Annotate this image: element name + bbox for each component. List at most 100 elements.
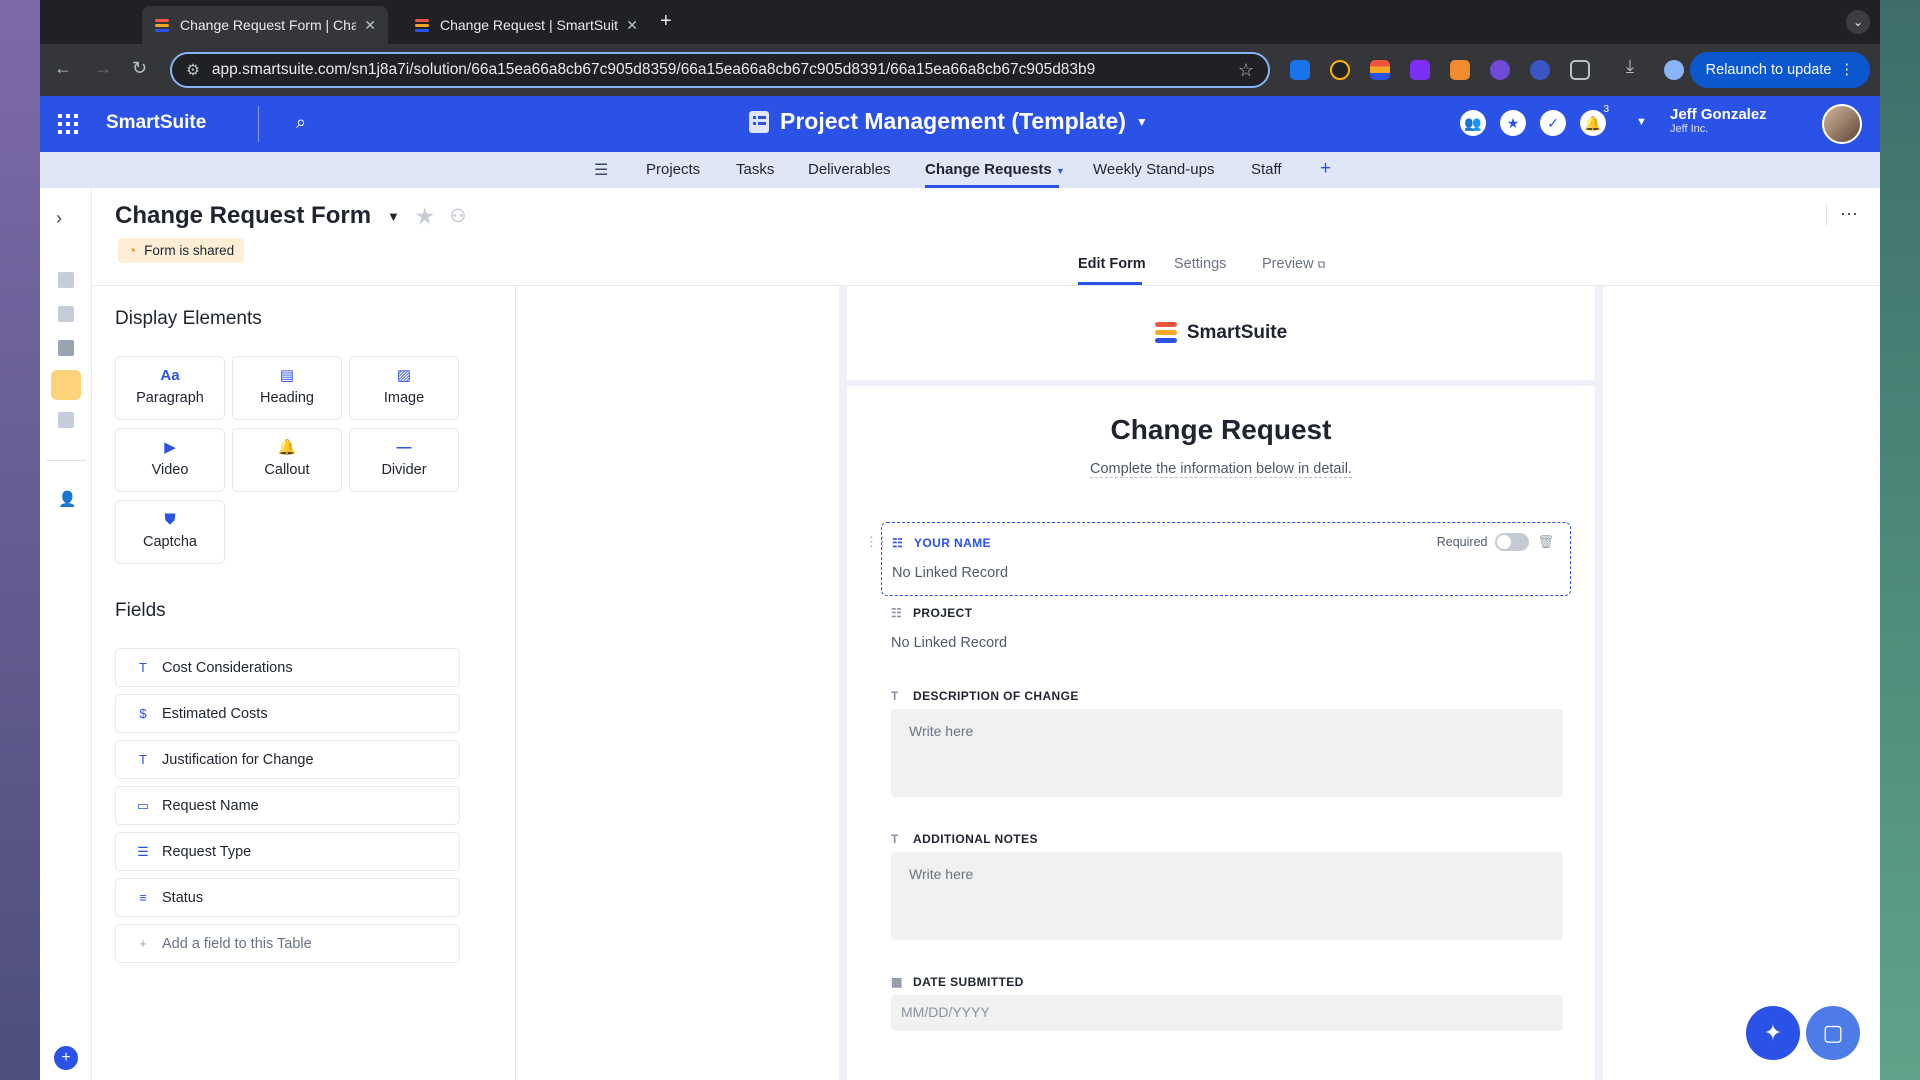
element-captcha[interactable]: ⛊ Captcha xyxy=(115,500,225,564)
bell-icon: 🔔 xyxy=(277,439,297,456)
view-kanban-icon[interactable] xyxy=(58,340,74,356)
field-label: Request Type xyxy=(162,843,252,860)
element-paragraph[interactable]: Aa Paragraph xyxy=(115,356,225,420)
element-divider[interactable]: — Divider xyxy=(349,428,459,492)
browser-tab-request[interactable]: Change Request | SmartSuite ✕ xyxy=(402,6,650,44)
element-label: Captcha xyxy=(142,534,197,550)
back-icon[interactable]: ← xyxy=(54,58,72,79)
project-switcher[interactable]: Project Management (Template) ▼ xyxy=(748,108,1148,135)
question-description[interactable]: T DESCRIPTION OF CHANGE Write here xyxy=(881,689,1571,799)
tab-projects[interactable]: Projects xyxy=(646,161,700,178)
sparkle-icon: ✦ xyxy=(1763,1020,1783,1045)
form-shared-badge[interactable]: ◔ Form is shared xyxy=(118,238,245,263)
question-project[interactable]: ☷ PROJECT No Linked Record xyxy=(881,606,1571,666)
heading-icon: ▤ xyxy=(279,367,295,384)
address-bar[interactable]: ⚙ app.smartsuite.com/sn1j8a7i/solution/6… xyxy=(170,52,1270,88)
team-icon[interactable]: 👥 xyxy=(1460,110,1486,136)
field-justification[interactable]: T Justification for Change xyxy=(115,740,460,779)
ai-assistant-button[interactable]: ✦ xyxy=(1746,1006,1800,1060)
person-icon[interactable]: 👤 xyxy=(58,490,77,508)
tab-change-requests[interactable]: Change Requests ▼ xyxy=(925,161,1065,178)
reload-icon[interactable]: ↻ xyxy=(132,58,147,79)
question-additional-notes[interactable]: T ADDITIONAL NOTES Write here xyxy=(881,832,1571,942)
question-your-name[interactable]: ☷ YOUR NAME Required 🗑 No Linked Record xyxy=(881,522,1571,596)
profile-avatar-icon[interactable] xyxy=(1664,60,1684,80)
delete-icon[interactable]: 🗑 xyxy=(1537,534,1554,550)
extension-icon[interactable] xyxy=(1530,60,1550,80)
tab-edit-form[interactable]: Edit Form xyxy=(1078,256,1146,272)
smartsuite-extension-icon[interactable] xyxy=(1370,60,1390,80)
question-date-submitted[interactable]: ▦ DATE SUBMITTED MM/DD/YYYY xyxy=(881,975,1571,1045)
bookmark-star-icon[interactable]: ☆ xyxy=(1238,60,1254,81)
smartsuite-favicon xyxy=(154,17,170,33)
tab-settings[interactable]: Settings xyxy=(1174,256,1226,272)
fields-heading: Fields xyxy=(115,600,166,621)
calendar-icon: ▦ xyxy=(891,975,903,989)
download-icon[interactable]: ⤓ xyxy=(1626,56,1634,77)
element-callout[interactable]: 🔔 Callout xyxy=(232,428,342,492)
tab-search-icon[interactable]: ⌄ xyxy=(1846,10,1870,34)
tab-tasks[interactable]: Tasks xyxy=(736,161,774,178)
search-icon[interactable]: ⌕ xyxy=(296,112,306,133)
element-heading[interactable]: ▤ Heading xyxy=(232,356,342,420)
form-subtitle[interactable]: Complete the information below in detail… xyxy=(847,461,1595,478)
tab-preview[interactable]: Preview ⧉ xyxy=(1262,256,1325,272)
favorites-star-icon[interactable]: ★ xyxy=(1500,110,1526,136)
description-textarea[interactable]: Write here xyxy=(891,709,1563,797)
forward-icon[interactable]: → xyxy=(94,58,112,79)
add-field-button[interactable]: + Add a field to this Table xyxy=(115,924,460,963)
new-tab-icon[interactable]: + xyxy=(660,10,672,33)
user-menu[interactable]: Jeff Gonzalez Jeff Inc. xyxy=(1670,106,1767,135)
extension-icon[interactable] xyxy=(1410,60,1430,80)
tasks-check-icon[interactable]: ✓ xyxy=(1540,110,1566,136)
extension-icon[interactable] xyxy=(1450,60,1470,80)
extension-icon[interactable] xyxy=(1330,60,1350,80)
expand-sidebar-icon[interactable]: › xyxy=(56,208,62,229)
user-menu-chevron-icon[interactable]: ▼ xyxy=(1636,116,1647,128)
user-avatar[interactable] xyxy=(1822,104,1862,144)
add-view-button[interactable]: + xyxy=(54,1046,78,1070)
tab-staff[interactable]: Staff xyxy=(1251,161,1282,178)
close-tab-icon[interactable]: ✕ xyxy=(626,17,638,34)
required-toggle[interactable] xyxy=(1495,533,1530,551)
apps-grid-icon[interactable] xyxy=(58,114,78,134)
caret-down-icon: ▼ xyxy=(1055,166,1065,176)
notes-textarea[interactable]: Write here xyxy=(891,852,1563,940)
view-card-icon[interactable] xyxy=(58,306,74,322)
share-icon[interactable]: ⚇ xyxy=(450,206,466,227)
brand-name[interactable]: SmartSuite xyxy=(106,112,206,134)
add-table-icon[interactable]: + xyxy=(1320,158,1331,180)
chevron-down-icon: ▼ xyxy=(1135,114,1148,129)
notifications-bell-icon[interactable]: 🔔 3 xyxy=(1580,104,1612,136)
view-form-icon[interactable] xyxy=(51,370,81,400)
element-video[interactable]: ▶ Video xyxy=(115,428,225,492)
view-grid-icon[interactable] xyxy=(58,272,74,288)
field-request-type[interactable]: ☰ Request Type xyxy=(115,832,460,871)
hamburger-menu-icon[interactable]: ☰ xyxy=(594,160,608,180)
relaunch-button[interactable]: Relaunch to update ⋮ xyxy=(1689,52,1870,88)
extension-icon[interactable] xyxy=(1290,60,1310,80)
extensions-puzzle-icon[interactable] xyxy=(1570,60,1590,80)
form-logo-text: SmartSuite xyxy=(1186,322,1288,343)
tab-weekly-standups[interactable]: Weekly Stand-ups xyxy=(1093,161,1214,178)
text-field-icon: T xyxy=(891,689,899,703)
close-tab-icon[interactable]: ✕ xyxy=(364,17,376,34)
more-options-icon[interactable]: ⋯ xyxy=(1840,204,1858,225)
form-title[interactable]: Change Request xyxy=(847,414,1595,446)
tab-deliverables[interactable]: Deliverables xyxy=(808,161,891,178)
project-title: Project Management (Template) xyxy=(780,108,1126,134)
extension-icon[interactable] xyxy=(1490,60,1510,80)
element-image[interactable]: ▨ Image xyxy=(349,356,459,420)
chat-support-button[interactable]: ▢ xyxy=(1806,1006,1860,1060)
site-info-icon[interactable]: ⚙ xyxy=(186,61,200,80)
field-request-name[interactable]: ▭ Request Name xyxy=(115,786,460,825)
field-estimated-costs[interactable]: $ Estimated Costs xyxy=(115,694,460,733)
date-input[interactable]: MM/DD/YYYY xyxy=(891,995,1563,1031)
field-status[interactable]: ≡ Status xyxy=(115,878,460,917)
browser-tab-form[interactable]: Change Request Form | Chan ✕ xyxy=(142,6,388,44)
favorite-star-icon[interactable]: ★ xyxy=(416,204,434,229)
view-map-icon[interactable] xyxy=(58,412,74,428)
field-cost-considerations[interactable]: T Cost Considerations xyxy=(115,648,460,687)
title-dropdown-icon[interactable]: ▼ xyxy=(387,209,400,224)
shield-icon: ⛊ xyxy=(164,511,176,528)
